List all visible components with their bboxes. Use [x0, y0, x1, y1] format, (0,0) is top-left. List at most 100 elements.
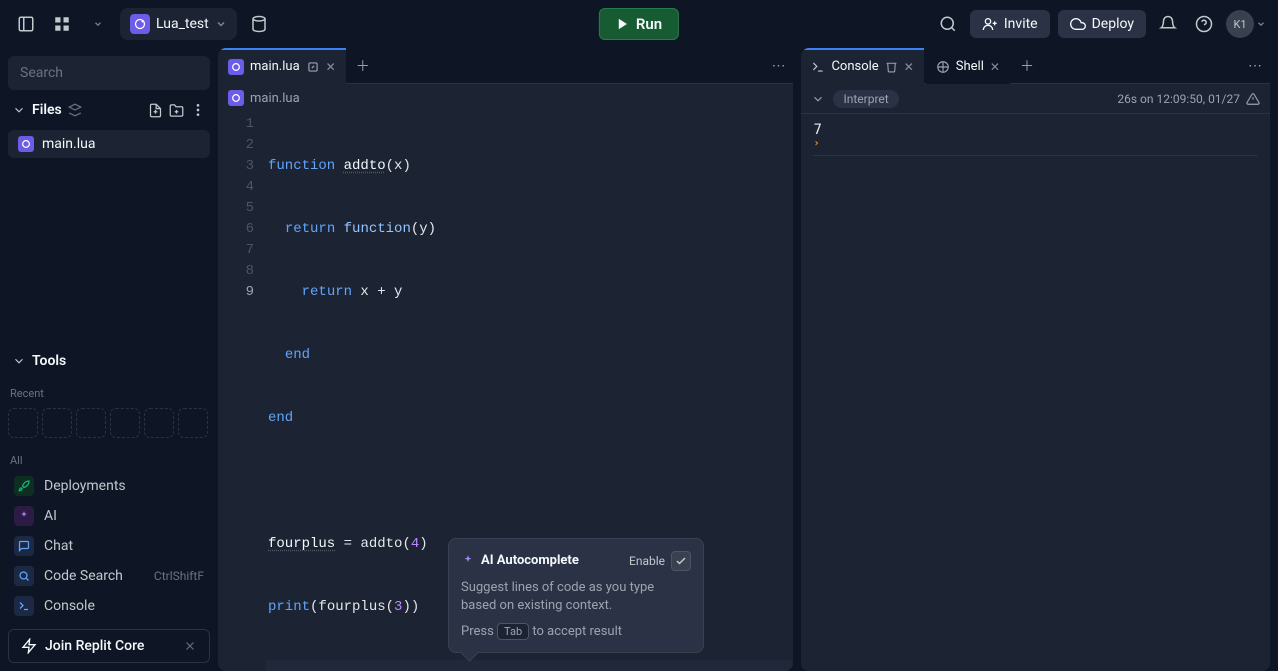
recent-label: Recent [8, 383, 210, 404]
trash-icon[interactable] [885, 60, 898, 73]
divider [813, 155, 1258, 156]
tool-code-search[interactable]: Code Search CtrlShiftF [8, 561, 210, 591]
chevron-down-icon[interactable] [811, 92, 825, 106]
play-icon [616, 17, 630, 31]
tools-label: Tools [32, 353, 66, 369]
grid-toggle-icon[interactable] [48, 10, 76, 38]
help-icon[interactable] [1190, 10, 1218, 38]
rocket-icon [14, 476, 34, 496]
close-icon[interactable]: ✕ [904, 60, 914, 74]
recent-slot[interactable] [110, 408, 140, 438]
sparkles-icon [461, 554, 475, 568]
tool-label: Chat [44, 538, 73, 554]
popout-icon[interactable] [306, 60, 320, 74]
output-line: 7 [813, 122, 1258, 138]
tab-key-kbd: Tab [497, 623, 529, 640]
join-replit-core-button[interactable]: Join Replit Core [8, 629, 210, 663]
add-tab-button[interactable]: ＋ [348, 56, 378, 76]
chevron-down-icon [12, 103, 26, 117]
lua-file-icon [228, 90, 244, 106]
console-output[interactable]: 7 › [801, 114, 1270, 671]
editor-panel: main.lua ✕ ＋ ⋯ main.lua 123456789 functi [218, 48, 793, 671]
recent-tools-row [8, 404, 210, 442]
tab-label: Shell [956, 59, 984, 74]
editor-tabbar: main.lua ✕ ＋ ⋯ [218, 48, 793, 84]
run-label: Run [636, 15, 662, 33]
sparkles-icon [14, 506, 34, 526]
lua-file-icon [130, 14, 150, 34]
tool-ai[interactable]: AI [8, 501, 210, 531]
ai-autocomplete-popup: AI Autocomplete Enable Suggest lines of … [448, 538, 704, 653]
recent-slot[interactable] [8, 408, 38, 438]
sidebar: Search Files main.lua Tools Recent [0, 48, 218, 671]
terminal-icon [14, 596, 34, 616]
warning-icon[interactable] [1246, 92, 1260, 106]
prompt-indicator: › [813, 138, 1258, 149]
tool-deployments[interactable]: Deployments [8, 471, 210, 501]
invite-button[interactable]: Invite [970, 10, 1050, 38]
console-tabbar: Console ✕ Shell ✕ ＋ ⋯ [801, 48, 1270, 84]
ai-popup-title: AI Autocomplete [481, 553, 579, 568]
sidebar-toggle-icon[interactable] [12, 10, 40, 38]
breadcrumb-text: main.lua [250, 91, 300, 106]
check-icon [675, 555, 687, 567]
tools-header[interactable]: Tools [8, 347, 210, 375]
close-icon[interactable] [183, 639, 197, 653]
recent-slot[interactable] [76, 408, 106, 438]
tool-label: Console [44, 598, 95, 614]
avatar[interactable]: K1 [1226, 10, 1266, 38]
notifications-icon[interactable] [1154, 10, 1182, 38]
file-item-mainlua[interactable]: main.lua [8, 130, 210, 158]
recent-slot[interactable] [178, 408, 208, 438]
grid-dropdown-icon[interactable] [84, 10, 112, 38]
terminal-icon [811, 60, 825, 74]
more-vert-icon[interactable] [190, 102, 206, 118]
tool-label: AI [44, 508, 57, 524]
files-header[interactable]: Files [8, 96, 210, 124]
ai-popup-desc: Suggest lines of code as you type based … [461, 579, 691, 615]
chat-icon [14, 536, 34, 556]
tab-more-icon[interactable]: ⋯ [1240, 58, 1270, 74]
tab-label: Console [831, 59, 878, 74]
close-icon[interactable]: ✕ [990, 60, 1000, 74]
deploy-button[interactable]: Deploy [1058, 10, 1146, 38]
layers-icon[interactable] [68, 103, 82, 117]
project-name[interactable]: Lua_test [120, 8, 237, 40]
person-add-icon [982, 16, 998, 32]
shell-icon [936, 60, 950, 74]
tool-label: Deployments [44, 478, 126, 494]
avatar-initials: K1 [1226, 10, 1254, 38]
new-folder-icon[interactable] [169, 103, 184, 118]
tool-console[interactable]: Console [8, 591, 210, 621]
tab-console[interactable]: Console ✕ [801, 48, 923, 84]
chevron-down-icon [215, 18, 227, 30]
console-toolbar: Interpret 26s on 12:09:50, 01/27 [801, 84, 1270, 114]
project-name-text: Lua_test [156, 16, 209, 32]
tool-label: Code Search [44, 568, 123, 584]
chevron-down-icon [12, 354, 26, 368]
tool-shortcut: CtrlShiftF [154, 569, 204, 583]
new-file-icon[interactable] [148, 103, 163, 118]
join-label: Join Replit Core [45, 638, 144, 654]
search-icon[interactable] [934, 10, 962, 38]
close-icon[interactable]: ✕ [326, 60, 336, 74]
tab-shell[interactable]: Shell ✕ [926, 48, 1010, 84]
console-panel: Console ✕ Shell ✕ ＋ ⋯ Interpret 26s on 1… [801, 48, 1270, 671]
db-icon[interactable] [245, 10, 273, 38]
search-input[interactable]: Search [8, 56, 210, 90]
run-button[interactable]: Run [599, 8, 679, 40]
enable-label: Enable [629, 554, 665, 568]
file-name: main.lua [42, 136, 95, 152]
add-tab-button[interactable]: ＋ [1012, 56, 1042, 76]
cloud-icon [1070, 16, 1086, 32]
tool-chat[interactable]: Chat [8, 531, 210, 561]
chevron-down-icon [1256, 19, 1266, 29]
enable-checkbox[interactable] [671, 551, 691, 571]
recent-slot[interactable] [42, 408, 72, 438]
mode-chip[interactable]: Interpret [833, 90, 898, 108]
search-placeholder: Search [20, 65, 63, 81]
tab-mainlua[interactable]: main.lua ✕ [218, 48, 346, 84]
magnify-icon [14, 566, 34, 586]
recent-slot[interactable] [144, 408, 174, 438]
tab-more-icon[interactable]: ⋯ [763, 58, 793, 74]
